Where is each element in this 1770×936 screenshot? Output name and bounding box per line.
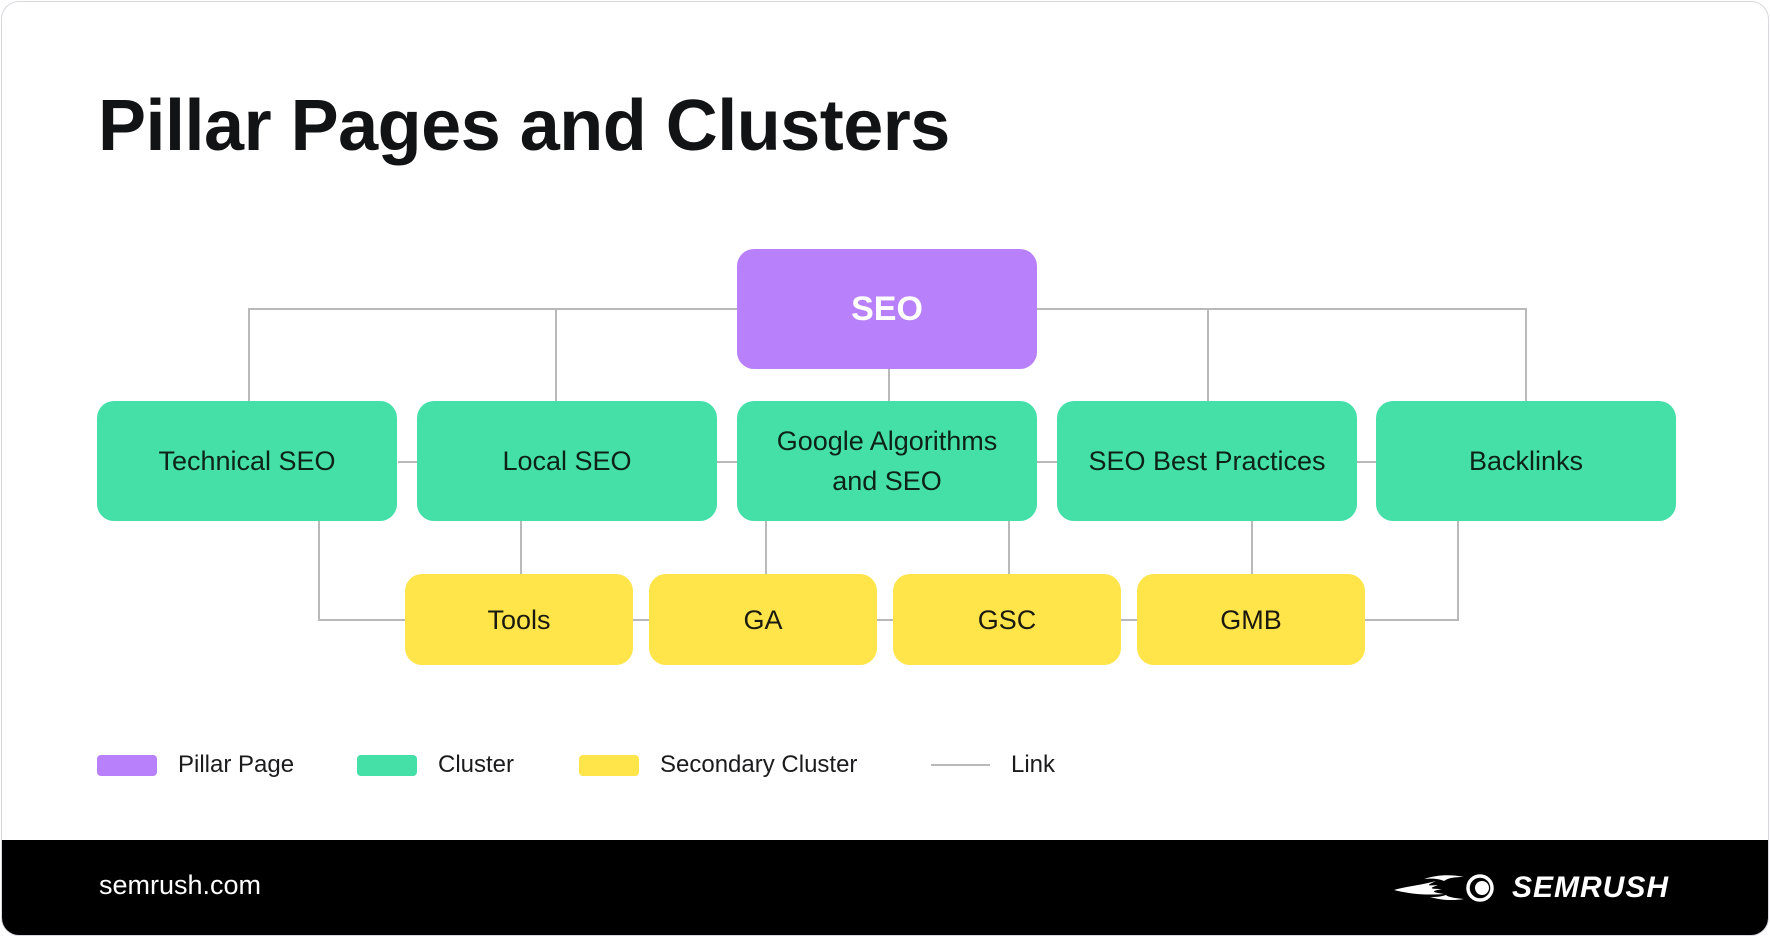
- secondary-node-gmb: GMB: [1137, 574, 1365, 665]
- cluster-node-backlinks: Backlinks: [1376, 401, 1676, 521]
- pillar-node-seo: SEO: [737, 249, 1037, 369]
- secondary-label: GMB: [1220, 604, 1282, 635]
- semrush-fireball-icon: [1394, 874, 1494, 902]
- cluster-label-line2: and SEO: [832, 466, 942, 496]
- secondary-label: GSC: [977, 604, 1037, 635]
- cluster-node-google-algorithms: Google Algorithms and SEO: [737, 401, 1037, 521]
- legend-item-secondary-cluster: Secondary Cluster: [579, 750, 857, 780]
- infographic-card: Pillar Pages and Clusters SEO Technical …: [1, 1, 1769, 936]
- legend-label: Cluster: [438, 751, 515, 778]
- cluster-label: Technical SEO: [158, 446, 336, 476]
- cluster-label: Local SEO: [502, 446, 632, 476]
- semrush-logo: SEMRUSH: [1394, 873, 1674, 903]
- legend-swatch-secondary: [579, 754, 639, 776]
- semrush-wordmark: SEMRUSH: [1512, 871, 1670, 904]
- legend-label: Pillar Page: [178, 751, 295, 778]
- cluster-node-technical-seo: Technical SEO: [97, 401, 397, 521]
- cluster-label: SEO Best Practices: [1088, 446, 1326, 476]
- footer-bar: semrush.com SEMRUSH: [2, 840, 1768, 935]
- cluster-node-seo-best-practices: SEO Best Practices: [1057, 401, 1357, 521]
- link-backlinks-to-gmb: [1365, 521, 1459, 621]
- cluster-node-local-seo: Local SEO: [417, 401, 717, 521]
- legend-item-cluster: Cluster: [357, 750, 514, 780]
- legend-label: Link: [1011, 751, 1056, 778]
- cluster-label: Backlinks: [1468, 446, 1584, 476]
- link-technical-to-tools: [318, 521, 406, 621]
- pillar-label: SEO: [851, 290, 923, 328]
- legend-line-icon: [931, 764, 990, 766]
- legend-item-link: Link: [931, 750, 1055, 780]
- legend-label: Secondary Cluster: [660, 751, 858, 778]
- footer-url: semrush.com: [99, 870, 262, 900]
- cluster-label-line1: Google Algorithms: [776, 426, 998, 456]
- secondary-label: Tools: [487, 604, 551, 635]
- secondary-label: GA: [743, 604, 783, 635]
- secondary-node-gsc: GSC: [893, 574, 1121, 665]
- legend-item-pillar-page: Pillar Page: [97, 750, 294, 780]
- legend-swatch-pillar: [97, 754, 157, 776]
- secondary-node-tools: Tools: [405, 574, 633, 665]
- secondary-node-ga: GA: [649, 574, 877, 665]
- legend-swatch-cluster: [357, 754, 417, 776]
